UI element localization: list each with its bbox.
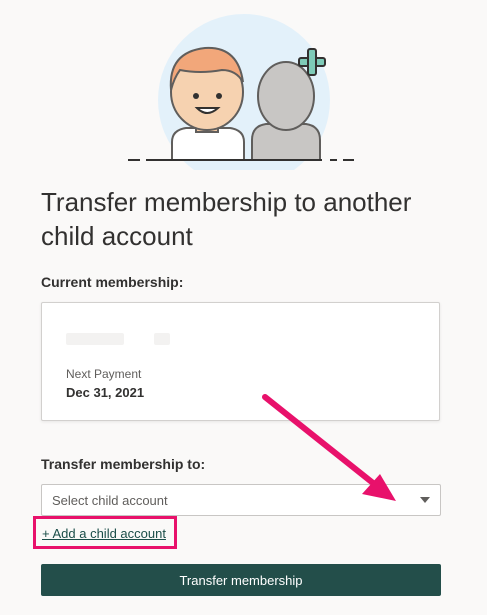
membership-card: Next Payment Dec 31, 2021 [41, 302, 440, 421]
family-illustration [128, 14, 354, 170]
transfer-membership-button[interactable]: Transfer membership [41, 564, 441, 596]
next-payment-label: Next Payment [66, 367, 142, 381]
page-title: Transfer membership to another child acc… [41, 187, 412, 251]
redacted-membership-detail [154, 333, 170, 345]
select-placeholder: Select child account [52, 493, 168, 508]
next-payment-date: Dec 31, 2021 [66, 385, 145, 400]
add-child-account-link[interactable]: + Add a child account [42, 526, 166, 541]
add-child-highlight: + Add a child account [33, 516, 177, 549]
redacted-membership-name [66, 333, 124, 345]
chevron-down-icon[interactable] [420, 497, 430, 503]
transfer-to-label: Transfer membership to: [41, 456, 206, 472]
silhouette-figure [251, 61, 321, 161]
current-membership-label: Current membership: [41, 274, 184, 290]
person-figure [169, 46, 245, 161]
child-account-select[interactable]: Select child account [41, 484, 441, 516]
